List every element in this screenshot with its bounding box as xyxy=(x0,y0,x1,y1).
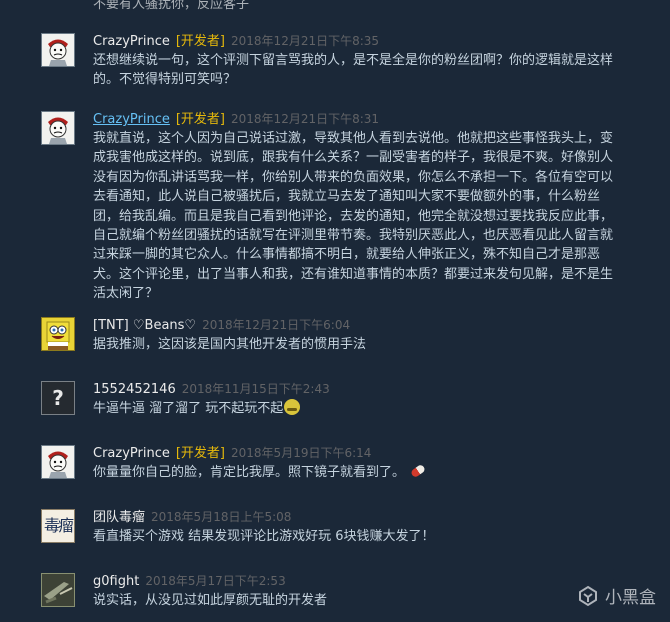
comment-text: 还想继续说一句，这个评测下留言骂我的人，是不是全是你的粉丝团啊？你的逻辑就是这样… xyxy=(93,53,614,88)
laughing-emoji-icon xyxy=(284,399,301,415)
comment-header: [TNT] ♡Beans♡ 2018年12月21日下午6:04 xyxy=(93,316,350,335)
avatar[interactable] xyxy=(41,111,75,145)
comment-text: 据我推测，这因该是国内其他开发者的惯用手法 xyxy=(93,337,367,352)
author-name[interactable]: 团队毒瘤 xyxy=(93,510,145,525)
weapon-avatar-icon xyxy=(42,574,74,606)
calligraphy-avatar-icon: 毒瘤 xyxy=(43,516,74,535)
author-name[interactable]: CrazyPrince xyxy=(93,112,170,127)
comment-text: 牛逼牛逼 溜了溜了 玩不起玩不起 xyxy=(93,399,623,418)
timestamp[interactable]: 2018年5月19日下午6:14 xyxy=(231,446,371,460)
timestamp[interactable]: 2018年12月21日下午6:04 xyxy=(202,318,350,332)
timestamp[interactable]: 2018年5月17日下午2:53 xyxy=(145,574,285,588)
crazy-face-icon xyxy=(48,117,68,144)
developer-badge: [开发者] xyxy=(175,446,226,461)
author-name[interactable]: g0fight xyxy=(93,574,139,589)
timestamp[interactable]: 2018年12月21日下午8:35 xyxy=(231,34,379,48)
watermark: 小黑盒 xyxy=(577,583,656,608)
crazy-face-icon xyxy=(48,39,68,66)
comment-text-content: 牛逼牛逼 溜了溜了 玩不起玩不起 xyxy=(93,401,284,416)
watermark-text: 小黑盒 xyxy=(605,588,656,608)
comment-text-content: 你量量你自己的脸，肯定比我厚。照下镜子就看到了。 xyxy=(93,465,406,480)
author-name[interactable]: [TNT] ♡Beans♡ xyxy=(93,318,196,333)
timestamp[interactable]: 2018年12月21日下午8:31 xyxy=(231,112,379,126)
avatar[interactable] xyxy=(41,317,75,351)
comment-header: CrazyPrince [开发者] 2018年5月19日下午6:14 xyxy=(93,444,371,463)
crazy-face-icon xyxy=(48,451,68,478)
author-name[interactable]: CrazyPrince xyxy=(93,34,170,49)
comment-text: 我就直说，这个人因为自己说话过激，导致其他人看到去说他。他就把这些事怪我头上，变… xyxy=(93,131,614,302)
comment-text: 看直播买个游戏 结果发现评论比游戏好玩 6块钱赚大发了！ xyxy=(93,529,435,544)
avatar[interactable] xyxy=(41,33,75,67)
avatar[interactable]: 毒瘤 xyxy=(41,509,75,543)
author-name[interactable]: 1552452146 xyxy=(93,382,176,397)
author-name[interactable]: CrazyPrince xyxy=(93,446,170,461)
comment-header: CrazyPrince [开发者] 2018年12月21日下午8:35 xyxy=(93,32,379,51)
developer-badge: [开发者] xyxy=(175,34,226,49)
comment-header: CrazyPrince [开发者] 2018年12月21日下午8:31 xyxy=(93,110,379,129)
pill-emoji-icon xyxy=(409,463,427,479)
avatar[interactable]: ? xyxy=(41,381,75,415)
comment-header: g0fight 2018年5月17日下午2:53 xyxy=(93,572,286,591)
timestamp[interactable]: 2018年11月15日下午2:43 xyxy=(182,382,330,396)
question-mark-icon: ? xyxy=(52,386,64,410)
previous-comment-text-fragment: 不要有人骚扰你，反应客子 xyxy=(93,0,250,12)
avatar[interactable] xyxy=(41,445,75,479)
heybox-logo-icon xyxy=(579,585,597,606)
comment-header: 团队毒瘤 2018年5月18日上午5:08 xyxy=(93,508,291,527)
avatar[interactable] xyxy=(41,573,75,607)
developer-badge: [开发者] xyxy=(175,112,226,127)
comment-text: 你量量你自己的脸，肯定比我厚。照下镜子就看到了。 xyxy=(93,463,623,482)
comment-header: 1552452146 2018年11月15日下午2:43 xyxy=(93,380,330,399)
timestamp[interactable]: 2018年5月18日上午5:08 xyxy=(151,510,291,524)
comment-text: 说实话，从没见过如此厚颜无耻的开发者 xyxy=(93,593,328,608)
spongebob-icon xyxy=(46,321,70,350)
